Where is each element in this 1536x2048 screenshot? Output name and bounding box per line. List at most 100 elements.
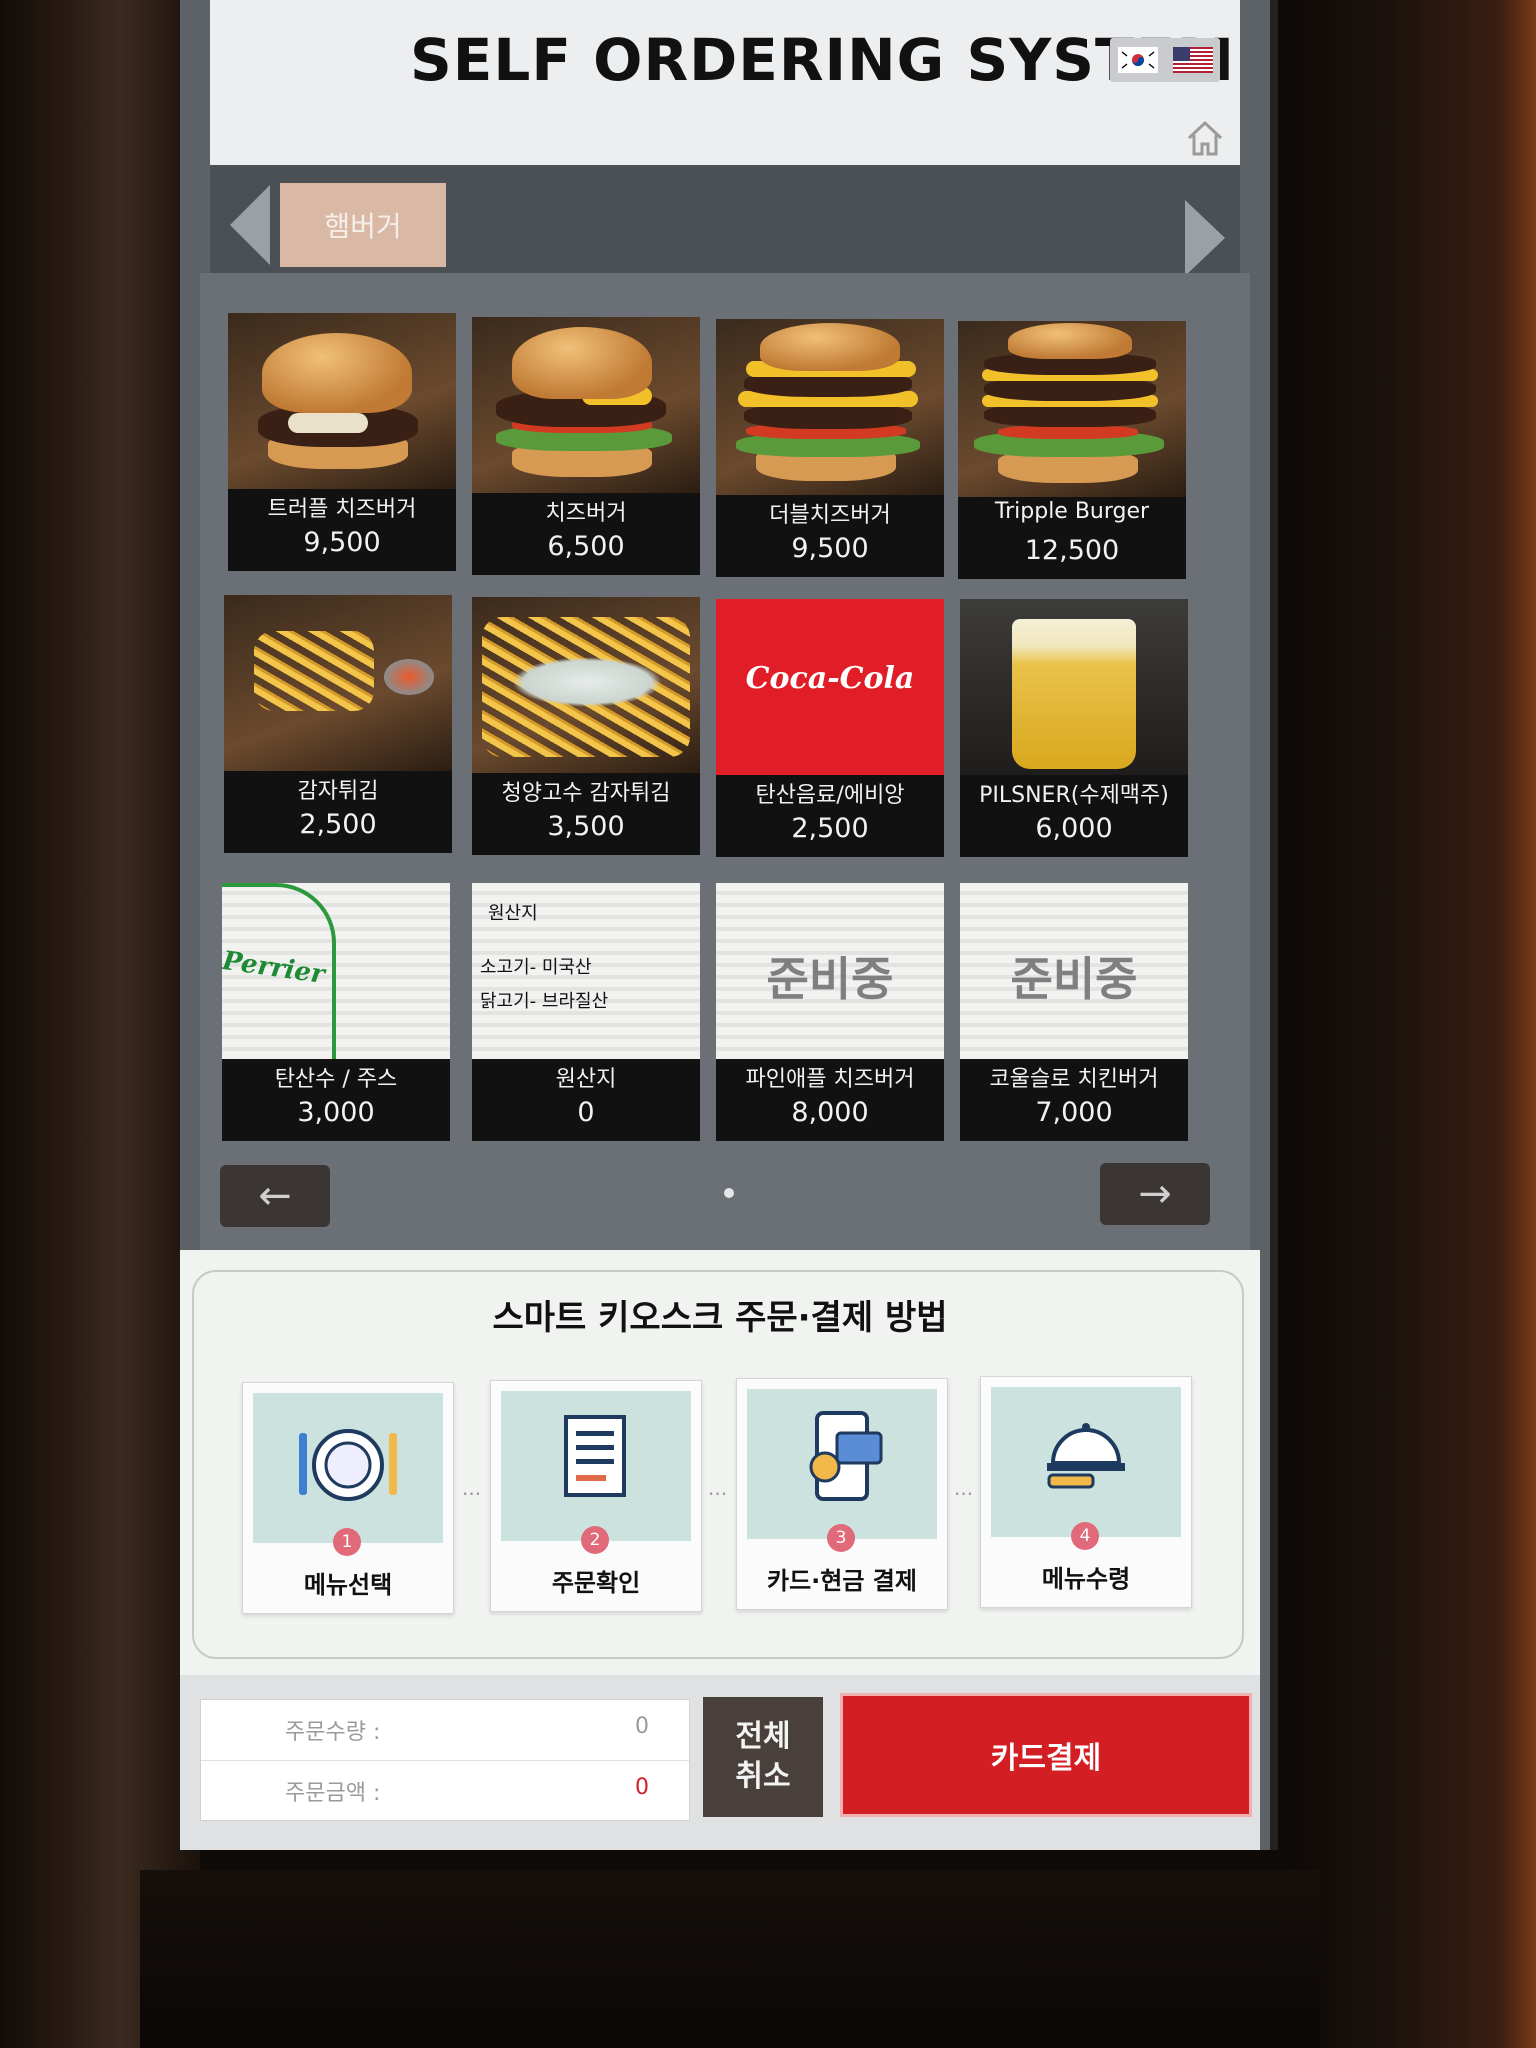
kiosk-housing-bottom: [140, 1870, 1320, 2048]
guide-title: 스마트 키오스크 주문·결제 방법: [492, 1298, 948, 1338]
step-number: 4: [1071, 1522, 1099, 1550]
step-separator: ···: [708, 1482, 728, 1506]
menu-item-price: 9,500: [791, 533, 869, 564]
order-qty-row: 주문수량 : 0: [201, 1700, 689, 1758]
menu-item-name: 더블치즈버거: [769, 503, 891, 528]
burger-photo: [472, 317, 700, 493]
step-number: 2: [581, 1526, 609, 1554]
menu-item[interactable]: 더블치즈버거 9,500: [716, 319, 944, 577]
menu-item-name: 탄산수 / 주스: [274, 1067, 398, 1092]
menu-item-price: 8,000: [791, 1097, 869, 1128]
cancel-all-button[interactable]: 전체 취소: [703, 1697, 823, 1817]
menu-item[interactable]: Coca-Cola 탄산음료/에비앙 2,500: [716, 599, 944, 857]
menu-item-price: 9,500: [303, 527, 381, 558]
perrier-photo: Perrier: [222, 883, 450, 1059]
coca-cola-photo: Coca-Cola: [716, 599, 944, 775]
menu-item-name: 청양고수 감자튀김: [501, 781, 671, 806]
order-amount-label: 주문금액 :: [285, 1781, 381, 1806]
arrow-left-icon: ←: [258, 1173, 292, 1219]
menu-item[interactable]: 트러플 치즈버거 9,500: [228, 313, 456, 571]
step-separator: ···: [954, 1482, 974, 1506]
prev-page-button[interactable]: ←: [220, 1165, 330, 1227]
menu-item[interactable]: PILSNER(수제맥주) 6,000: [960, 599, 1188, 857]
menu-item[interactable]: 원산지 소고기- 미국산 닭고기- 브라질산 원산지 0: [472, 883, 700, 1141]
kiosk-housing-right: [1290, 0, 1536, 2048]
menu-item[interactable]: 준비중 코울슬로 치킨버거 7,000: [960, 883, 1188, 1141]
fries-photo: [224, 595, 452, 771]
step-separator: ···: [462, 1482, 482, 1506]
next-page-button[interactable]: →: [1100, 1163, 1210, 1225]
card-payment-button[interactable]: 카드결제: [840, 1693, 1252, 1817]
menu-item-price: 6,500: [547, 531, 625, 562]
guide-step: 4 메뉴수령: [980, 1376, 1192, 1608]
ordering-guide: 스마트 키오스크 주문·결제 방법 1 메뉴선택 ··· 2 주문확인 ··· …: [180, 1250, 1260, 1675]
page-indicator: [724, 1188, 734, 1198]
cloche-icon: [1047, 1423, 1125, 1489]
step-label: 메뉴선택: [303, 1571, 393, 1599]
menu-item-name: 코울슬로 치킨버거: [989, 1067, 1159, 1092]
menu-item-price: 7,000: [1035, 1097, 1113, 1128]
step-number: 3: [827, 1524, 855, 1552]
menu-item-name: 원산지: [555, 1067, 617, 1092]
home-icon[interactable]: [1185, 118, 1225, 158]
menu-item-price: 2,500: [299, 809, 377, 840]
menu-item-name: 치즈버거: [545, 501, 627, 526]
korean-flag-icon[interactable]: [1117, 47, 1158, 73]
menu-item-price: 12,500: [1024, 535, 1120, 566]
language-switcher[interactable]: [1110, 38, 1220, 82]
arrow-right-icon: →: [1138, 1171, 1172, 1217]
receipt-icon: [564, 1415, 626, 1497]
origin-line-chicken: 닭고기- 브라질산: [480, 991, 609, 1012]
beer-photo: [960, 599, 1188, 775]
menu-item[interactable]: 청양고수 감자튀김 3,500: [472, 597, 700, 855]
preparing-photo: 준비중: [960, 883, 1188, 1059]
burger-photo: [958, 321, 1186, 497]
origin-line-beef: 소고기- 미국산: [480, 957, 592, 978]
cancel-all-line2: 취소: [735, 1759, 791, 1794]
menu-item[interactable]: 치즈버거 6,500: [472, 317, 700, 575]
step-number: 1: [333, 1528, 361, 1556]
menu-item-price: 0: [577, 1097, 595, 1128]
kiosk-housing-left: [0, 0, 200, 2048]
menu-item-name: 감자튀김: [297, 779, 379, 804]
origin-info-photo: 원산지 소고기- 미국산 닭고기- 브라질산: [472, 883, 700, 1059]
order-qty-value: 0: [635, 1714, 649, 1739]
category-prev-icon[interactable]: [230, 185, 270, 265]
menu-item[interactable]: Perrier 탄산수 / 주스 3,000: [222, 883, 450, 1141]
preparing-photo: 준비중: [716, 883, 944, 1059]
step-label: 카드·현금 결제: [767, 1567, 917, 1595]
preparing-label: 준비중: [766, 952, 894, 1006]
guide-step: 2 주문확인: [490, 1380, 702, 1612]
menu-item-name: 탄산음료/에비앙: [755, 783, 905, 808]
kiosk-screen: SELF ORDERING SYSTEM 햄버거 트러플 치즈버거 9,500 …: [180, 0, 1278, 1850]
menu-item-price: 6,000: [1035, 813, 1113, 844]
tab-hamburger[interactable]: 햄버거: [280, 183, 446, 267]
preparing-label: 준비중: [1010, 952, 1138, 1006]
category-bar: 햄버거: [210, 165, 1240, 276]
us-flag-icon[interactable]: [1172, 47, 1213, 73]
order-amount-row: 주문금액 : 0: [201, 1760, 689, 1819]
card-payment-icon: [809, 1411, 883, 1501]
plate-cutlery-icon: [299, 1429, 397, 1501]
cancel-all-line1: 전체: [735, 1719, 791, 1754]
menu-grid: 트러플 치즈버거 9,500 치즈버거 6,500 더블치즈버거 9,500 T…: [200, 273, 1250, 1253]
menu-item-name: Tripple Burger: [994, 499, 1150, 524]
loaded-fries-photo: [472, 597, 700, 773]
menu-item[interactable]: 감자튀김 2,500: [224, 595, 452, 853]
step-label: 주문확인: [551, 1569, 641, 1597]
guide-step: 1 메뉴선택: [242, 1382, 454, 1614]
burger-photo: [716, 319, 944, 495]
order-bar: 주문수량 : 0 주문금액 : 0 전체 취소 카드결제: [180, 1675, 1260, 1850]
order-summary: 주문수량 : 0 주문금액 : 0: [200, 1699, 690, 1821]
menu-item[interactable]: Tripple Burger 12,500: [958, 321, 1186, 579]
category-next-icon[interactable]: [1185, 200, 1225, 276]
menu-item-name: 파인애플 치즈버거: [745, 1067, 915, 1092]
guide-step: 3 카드·현금 결제: [736, 1378, 948, 1610]
coca-cola-logo: Coca-Cola: [745, 661, 915, 696]
menu-item-name: 트러플 치즈버거: [267, 497, 417, 522]
origin-heading: 원산지: [488, 903, 538, 924]
order-amount-value: 0: [635, 1775, 649, 1800]
menu-item-price: 3,000: [297, 1097, 375, 1128]
menu-item-price: 3,500: [547, 811, 625, 842]
menu-item[interactable]: 준비중 파인애플 치즈버거 8,000: [716, 883, 944, 1141]
